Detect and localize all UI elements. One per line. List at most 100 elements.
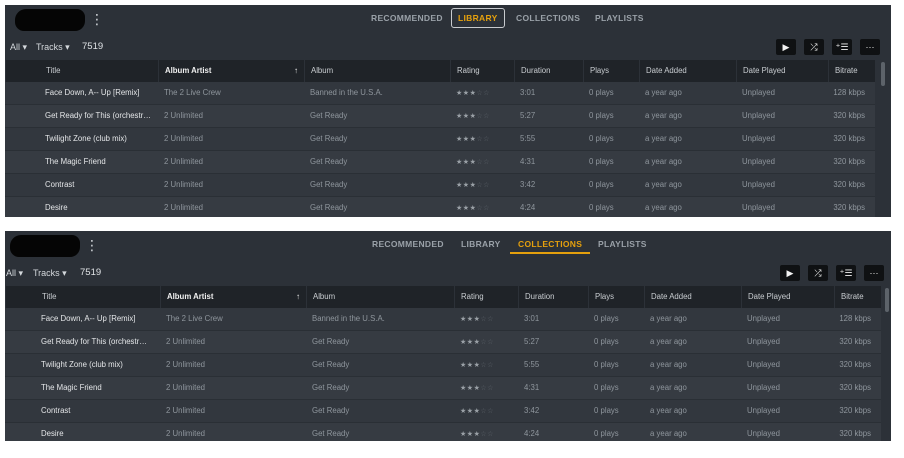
column-album-artist[interactable]: Album Artist ↑ bbox=[158, 60, 304, 82]
table-row[interactable]: Contrast 2 Unlimited Get Ready ★★★☆☆ 3:42 0 p… bbox=[5, 400, 881, 423]
filter-all-dropdown[interactable]: All ▾ bbox=[6, 268, 23, 279]
rating-stars[interactable]: ★★★☆☆ bbox=[456, 159, 490, 166]
rating-stars[interactable]: ★★★☆☆ bbox=[456, 90, 490, 97]
rating-stars[interactable]: ★★★☆☆ bbox=[456, 182, 490, 189]
rating-stars[interactable]: ★★★☆☆ bbox=[460, 362, 494, 369]
star-icon[interactable]: ★ bbox=[467, 339, 474, 346]
type-tracks-dropdown[interactable]: Tracks ▾ bbox=[33, 268, 67, 279]
star-icon[interactable]: ☆ bbox=[483, 159, 490, 166]
table-row[interactable]: Desire 2 Unlimited Get Ready ★★★☆☆ 4:24 0 pla… bbox=[5, 197, 875, 217]
star-icon[interactable]: ★ bbox=[460, 431, 467, 438]
cell-rating[interactable]: ★★★☆☆ bbox=[450, 151, 514, 173]
rating-stars[interactable]: ★★★☆☆ bbox=[456, 136, 490, 143]
star-icon[interactable]: ★ bbox=[463, 159, 470, 166]
rating-stars[interactable]: ★★★☆☆ bbox=[460, 431, 494, 438]
column-plays[interactable]: Plays bbox=[588, 286, 644, 308]
column-title[interactable]: Title bbox=[5, 286, 160, 308]
table-row[interactable]: The Magic Friend 2 Unlimited Get Ready ★★★☆… bbox=[5, 377, 881, 400]
column-rating[interactable]: Rating bbox=[450, 60, 514, 82]
column-album[interactable]: Album bbox=[306, 286, 454, 308]
star-icon[interactable]: ☆ bbox=[487, 316, 494, 323]
rating-stars[interactable]: ★★★☆☆ bbox=[460, 385, 494, 392]
tab-playlists[interactable]: PLAYLISTS bbox=[595, 13, 644, 23]
star-icon[interactable]: ★ bbox=[456, 113, 463, 120]
cell-rating[interactable]: ★★★☆☆ bbox=[450, 128, 514, 150]
column-bitrate[interactable]: Bitrate bbox=[834, 286, 881, 308]
table-row[interactable]: The Magic Friend 2 Unlimited Get Ready ★★★☆… bbox=[5, 151, 875, 174]
star-icon[interactable]: ☆ bbox=[487, 339, 494, 346]
rating-stars[interactable]: ★★★☆☆ bbox=[460, 316, 494, 323]
add-to-queue-button[interactable]: ⁺☰ bbox=[836, 265, 856, 281]
cell-rating[interactable]: ★★★☆☆ bbox=[454, 423, 518, 441]
play-button[interactable]: ▶ bbox=[776, 39, 796, 55]
column-album-artist[interactable]: Album Artist ↑ bbox=[160, 286, 306, 308]
scrollbar[interactable] bbox=[881, 62, 885, 86]
star-icon[interactable]: ★ bbox=[460, 316, 467, 323]
column-date-played[interactable]: Date Played bbox=[741, 286, 834, 308]
column-plays[interactable]: Plays bbox=[583, 60, 639, 82]
star-icon[interactable]: ☆ bbox=[483, 90, 490, 97]
cell-rating[interactable]: ★★★☆☆ bbox=[454, 377, 518, 399]
cell-rating[interactable]: ★★★☆☆ bbox=[450, 82, 514, 104]
star-icon[interactable]: ☆ bbox=[487, 362, 494, 369]
table-row[interactable]: Get Ready for This (orchestr… 2 Unlimited… bbox=[5, 105, 875, 128]
more-button[interactable]: ··· bbox=[864, 265, 884, 281]
star-icon[interactable]: ★ bbox=[463, 90, 470, 97]
star-icon[interactable]: ★ bbox=[456, 90, 463, 97]
star-icon[interactable]: ☆ bbox=[487, 431, 494, 438]
tab-playlists[interactable]: PLAYLISTS bbox=[598, 239, 647, 249]
table-row[interactable]: Twilight Zone (club mix) 2 Unlimited Get R… bbox=[5, 128, 875, 151]
column-duration[interactable]: Duration bbox=[518, 286, 588, 308]
type-tracks-dropdown[interactable]: Tracks ▾ bbox=[36, 42, 70, 53]
shuffle-button[interactable]: ⤮ bbox=[804, 39, 824, 55]
rating-stars[interactable]: ★★★☆☆ bbox=[456, 205, 490, 212]
cell-rating[interactable]: ★★★☆☆ bbox=[450, 197, 514, 217]
column-title[interactable]: Title bbox=[5, 60, 158, 82]
table-row[interactable]: Face Down, A-- Up [Remix] The 2 Live Crew… bbox=[5, 82, 875, 105]
star-icon[interactable]: ★ bbox=[456, 136, 463, 143]
star-icon[interactable]: ★ bbox=[467, 408, 474, 415]
cell-rating[interactable]: ★★★☆☆ bbox=[454, 354, 518, 376]
star-icon[interactable]: ★ bbox=[460, 362, 467, 369]
cell-rating[interactable]: ★★★☆☆ bbox=[454, 400, 518, 422]
column-bitrate[interactable]: Bitrate bbox=[828, 60, 875, 82]
rating-stars[interactable]: ★★★☆☆ bbox=[460, 408, 494, 415]
table-row[interactable]: Contrast 2 Unlimited Get Ready ★★★☆☆ 3:42 0 p… bbox=[5, 174, 875, 197]
tab-collections[interactable]: COLLECTIONS bbox=[516, 13, 580, 23]
star-icon[interactable]: ★ bbox=[456, 182, 463, 189]
star-icon[interactable]: ☆ bbox=[487, 385, 494, 392]
rating-stars[interactable]: ★★★☆☆ bbox=[456, 113, 490, 120]
tab-collections[interactable]: COLLECTIONS bbox=[509, 239, 591, 254]
star-icon[interactable]: ★ bbox=[463, 205, 470, 212]
cell-rating[interactable]: ★★★☆☆ bbox=[454, 308, 518, 330]
tab-recommended[interactable]: RECOMMENDED bbox=[372, 239, 444, 249]
star-icon[interactable]: ★ bbox=[467, 385, 474, 392]
filter-all-dropdown[interactable]: All ▾ bbox=[10, 42, 27, 53]
column-date-added[interactable]: Date Added bbox=[639, 60, 736, 82]
play-button[interactable]: ▶ bbox=[780, 265, 800, 281]
more-button[interactable]: ··· bbox=[860, 39, 880, 55]
star-icon[interactable]: ☆ bbox=[487, 408, 494, 415]
tab-recommended[interactable]: RECOMMENDED bbox=[371, 13, 443, 23]
star-icon[interactable]: ★ bbox=[467, 316, 474, 323]
tab-library[interactable]: LIBRARY bbox=[461, 239, 501, 249]
column-album[interactable]: Album bbox=[304, 60, 450, 82]
table-row[interactable]: Twilight Zone (club mix) 2 Unlimited Get R… bbox=[5, 354, 881, 377]
star-icon[interactable]: ★ bbox=[463, 113, 470, 120]
tab-library[interactable]: LIBRARY bbox=[451, 8, 505, 28]
star-icon[interactable]: ☆ bbox=[483, 113, 490, 120]
star-icon[interactable]: ★ bbox=[460, 339, 467, 346]
star-icon[interactable]: ☆ bbox=[483, 136, 490, 143]
star-icon[interactable]: ★ bbox=[460, 385, 467, 392]
table-row[interactable]: Face Down, A-- Up [Remix] The 2 Live Crew… bbox=[5, 308, 881, 331]
star-icon[interactable]: ☆ bbox=[483, 182, 490, 189]
column-rating[interactable]: Rating bbox=[454, 286, 518, 308]
rating-stars[interactable]: ★★★☆☆ bbox=[460, 339, 494, 346]
table-row[interactable]: Get Ready for This (orchestr… 2 Unlimited… bbox=[5, 331, 881, 354]
star-icon[interactable]: ★ bbox=[456, 159, 463, 166]
cell-rating[interactable]: ★★★☆☆ bbox=[450, 174, 514, 196]
column-duration[interactable]: Duration bbox=[514, 60, 583, 82]
add-to-queue-button[interactable]: ⁺☰ bbox=[832, 39, 852, 55]
scrollbar[interactable] bbox=[885, 288, 889, 312]
star-icon[interactable]: ★ bbox=[456, 205, 463, 212]
